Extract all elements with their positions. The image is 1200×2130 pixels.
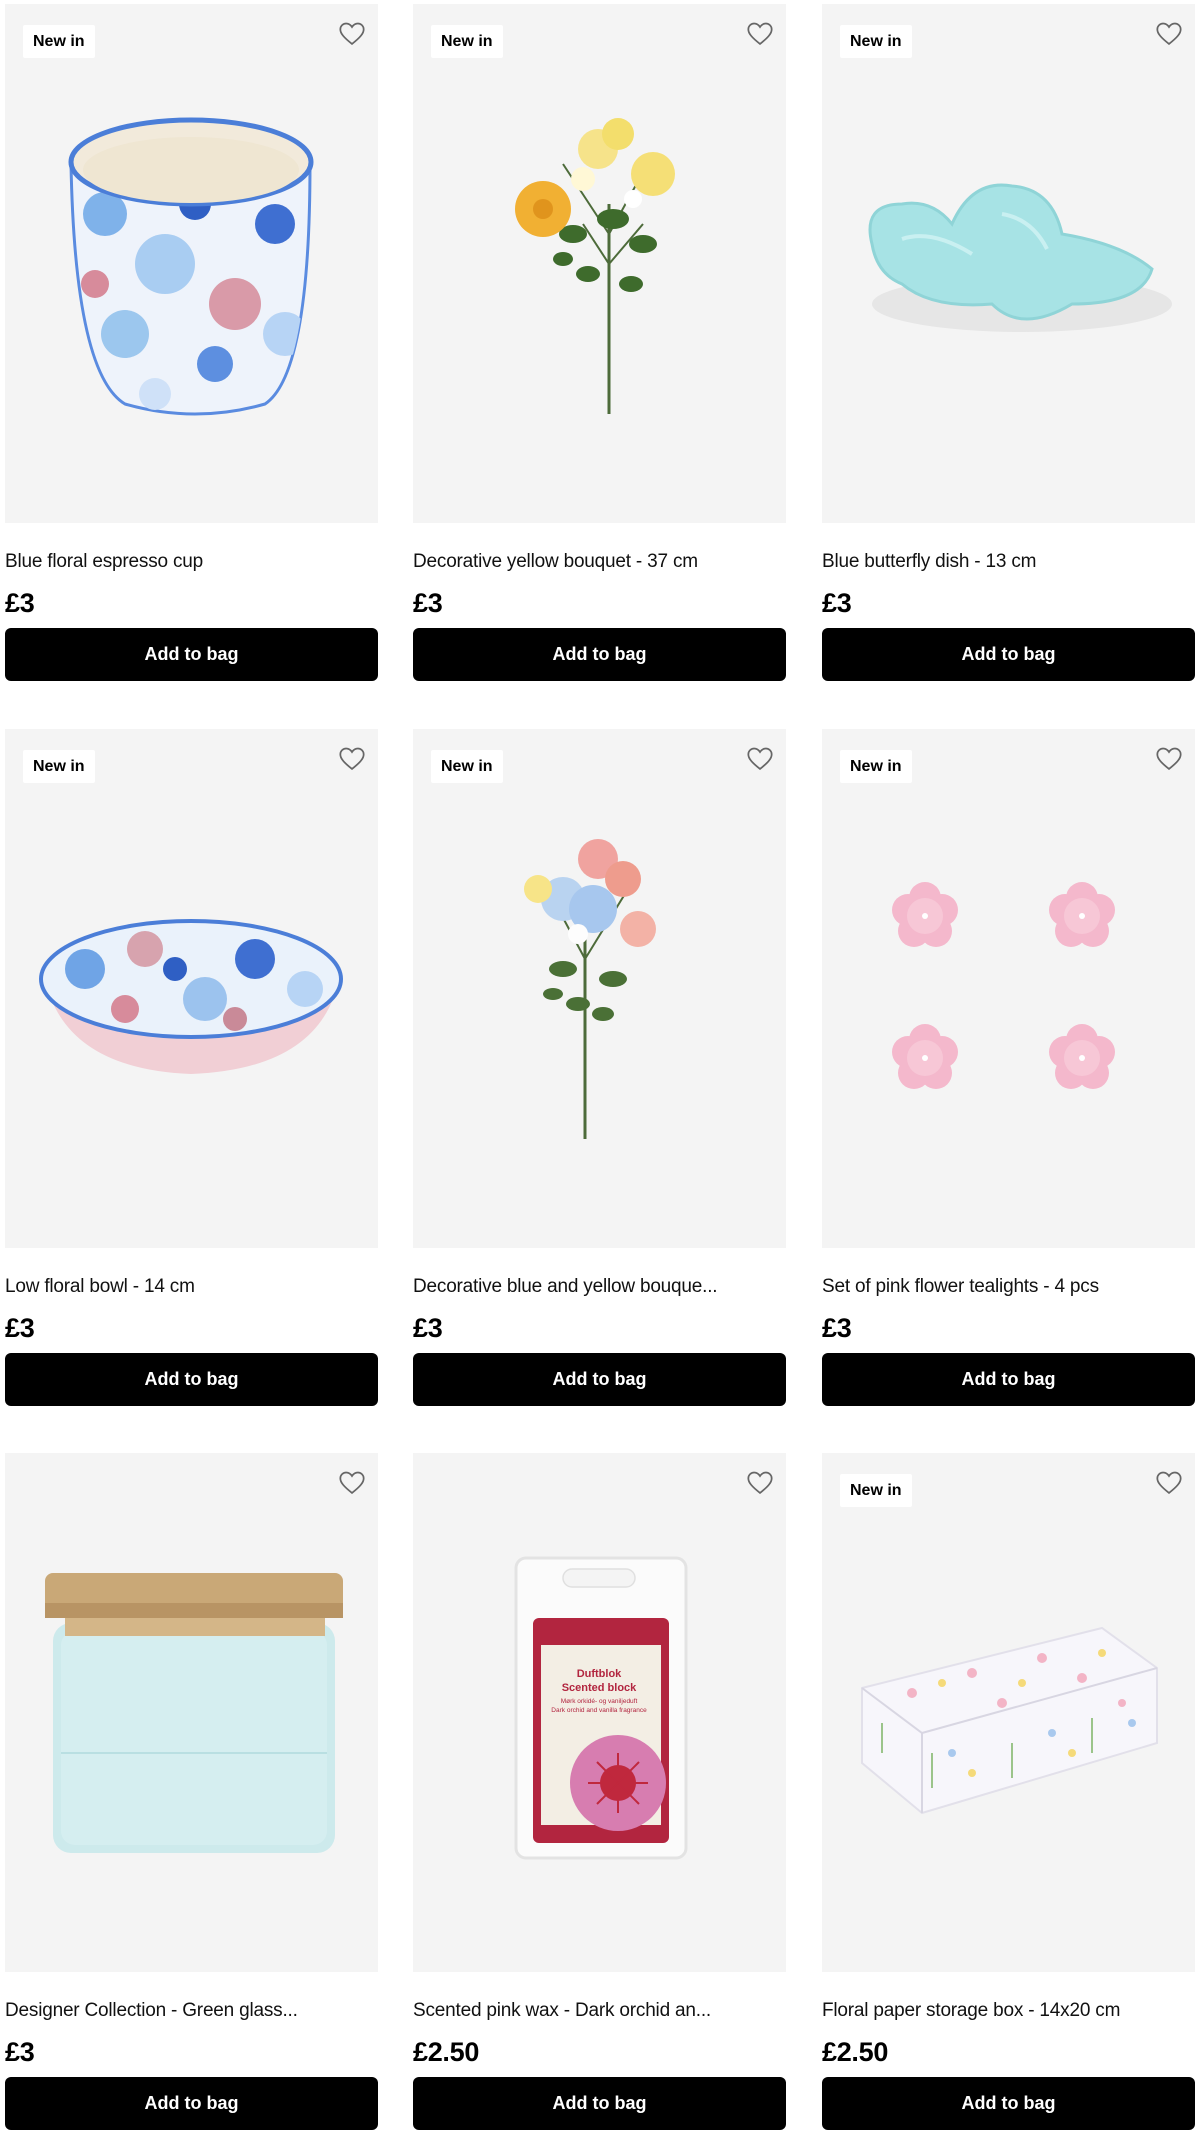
wax-label-line2: Scented block (562, 1682, 637, 1694)
heart-outline-icon[interactable] (746, 1469, 774, 1497)
product-price: £3 (5, 2037, 35, 2067)
product-price: £3 (5, 588, 35, 618)
add-to-bag-button[interactable]: Add to bag (5, 1353, 378, 1406)
add-to-bag-button[interactable]: Add to bag (413, 628, 786, 681)
heart-outline-icon[interactable] (338, 745, 366, 773)
blue-floral-cup-image (68, 117, 314, 416)
product-price: £3 (822, 1313, 852, 1343)
pink-tealights-image (892, 882, 1115, 1089)
add-to-bag-button[interactable]: Add to bag (413, 1353, 786, 1406)
product-image-box[interactable]: New in (822, 1453, 1195, 1972)
new-in-badge: New in (840, 25, 912, 58)
product-title[interactable]: Floral paper storage box - 14x20 cm (822, 2000, 1195, 2022)
heart-outline-icon[interactable] (746, 745, 774, 773)
heart-outline-icon[interactable] (746, 20, 774, 48)
wax-label-line3: Mørk orkidé- og vaniljeduft (561, 1698, 638, 1705)
product-image-box[interactable]: New in (413, 4, 786, 523)
product-image-box[interactable]: New in (822, 4, 1195, 523)
scented-wax-image: Duftblok Scented block Mørk orkidé- og v… (514, 1556, 688, 1860)
glass-jar-image (45, 1573, 343, 1853)
new-in-badge: New in (23, 25, 95, 58)
new-in-badge: New in (840, 1474, 912, 1507)
butterfly-dish-image (868, 183, 1172, 332)
product-image-box[interactable]: New in (413, 729, 786, 1248)
add-to-bag-button[interactable]: Add to bag (5, 628, 378, 681)
product-price: £3 (413, 588, 443, 618)
add-to-bag-button[interactable]: Add to bag (822, 2077, 1195, 2130)
product-image-box[interactable] (5, 1453, 378, 1972)
add-to-bag-button[interactable]: Add to bag (413, 2077, 786, 2130)
product-title[interactable]: Designer Collection - Green glass... (5, 2000, 378, 2022)
heart-outline-icon[interactable] (1155, 745, 1183, 773)
heart-outline-icon[interactable] (338, 20, 366, 48)
product-price: £3 (822, 588, 852, 618)
product-price: £3 (5, 1313, 35, 1343)
heart-outline-icon[interactable] (338, 1469, 366, 1497)
product-title[interactable]: Low floral bowl - 14 cm (5, 1276, 378, 1298)
product-image-box[interactable]: Duftblok Scented block Mørk orkidé- og v… (413, 1453, 786, 1972)
product-title[interactable]: Blue floral espresso cup (5, 551, 378, 573)
product-title[interactable]: Set of pink flower tealights - 4 pcs (822, 1276, 1195, 1298)
add-to-bag-button[interactable]: Add to bag (822, 628, 1195, 681)
blue-yellow-bouquet-image (524, 839, 656, 1139)
product-image-box[interactable]: New in (822, 729, 1195, 1248)
heart-outline-icon[interactable] (1155, 1469, 1183, 1497)
heart-outline-icon[interactable] (1155, 20, 1183, 48)
storage-box-image (861, 1626, 1158, 1815)
new-in-badge: New in (431, 750, 503, 783)
new-in-badge: New in (23, 750, 95, 783)
product-price: £3 (413, 1313, 443, 1343)
product-grid: New in Blue floral espresso cup £3 Add t… (0, 0, 1200, 2130)
new-in-badge: New in (840, 750, 912, 783)
product-title[interactable]: Decorative blue and yellow bouque... (413, 1276, 786, 1298)
floral-bowl-image (39, 919, 343, 1074)
product-title[interactable]: Decorative yellow bouquet - 37 cm (413, 551, 786, 573)
product-image-box[interactable]: New in (5, 4, 378, 523)
new-in-badge: New in (431, 25, 503, 58)
product-price: £2.50 (822, 2037, 889, 2067)
wax-label-line4: Dark orchid and vanilla fragrance (551, 1707, 647, 1714)
add-to-bag-button[interactable]: Add to bag (822, 1353, 1195, 1406)
product-price: £2.50 (413, 2037, 480, 2067)
yellow-bouquet-image (515, 118, 675, 414)
wax-label-line1: Duftblok (577, 1668, 622, 1680)
product-image-box[interactable]: New in (5, 729, 378, 1248)
product-title[interactable]: Scented pink wax - Dark orchid an... (413, 2000, 786, 2022)
product-title[interactable]: Blue butterfly dish - 13 cm (822, 551, 1195, 573)
add-to-bag-button[interactable]: Add to bag (5, 2077, 378, 2130)
